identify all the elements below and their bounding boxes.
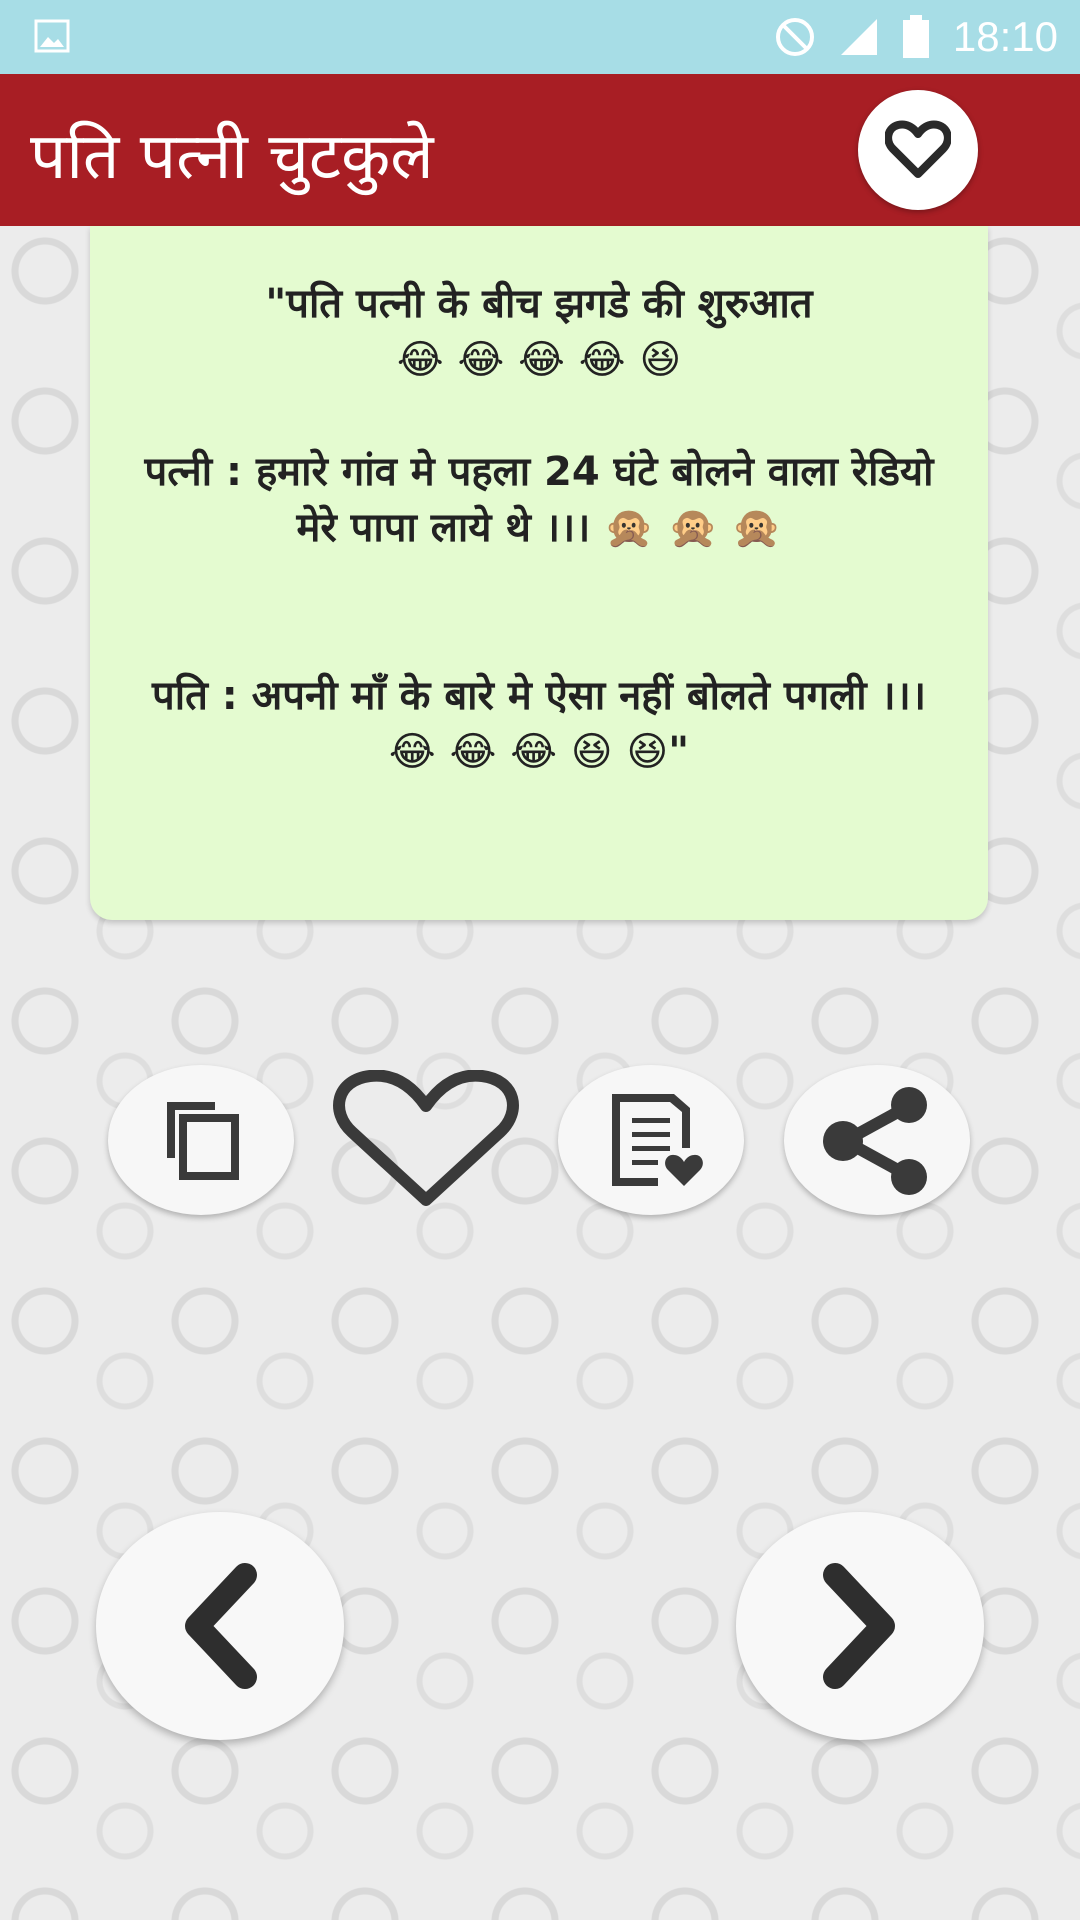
copy-button[interactable] xyxy=(108,1065,294,1215)
share-button[interactable] xyxy=(784,1065,970,1215)
copy-icon xyxy=(167,1102,239,1180)
action-bar xyxy=(0,1060,1080,1240)
image-icon xyxy=(34,19,70,53)
note-button[interactable] xyxy=(558,1065,744,1215)
battery-icon xyxy=(902,15,929,58)
do-not-disturb-icon xyxy=(775,18,814,56)
chevron-right-icon xyxy=(823,1563,895,1689)
joke-text: "पति पत्नी के बीच झगडे की शुरुआत 😂 😂 😂 😂… xyxy=(144,281,934,775)
favorites-button[interactable] xyxy=(858,90,978,210)
share-icon xyxy=(823,1087,927,1195)
next-button[interactable] xyxy=(736,1512,984,1740)
status-bar: 18:10 xyxy=(0,0,1080,74)
heart-outline-icon xyxy=(333,1070,519,1206)
heart-outline-icon xyxy=(885,120,951,178)
previous-button[interactable] xyxy=(96,1512,344,1740)
chevron-left-icon xyxy=(185,1563,257,1689)
favorite-button[interactable] xyxy=(326,1060,526,1220)
app-title: पति पत्नी चुटकुले xyxy=(30,120,434,194)
joke-card: "पति पत्नी के बीच झगडे की शुरुआत 😂 😂 😂 😂… xyxy=(90,226,988,920)
clock: 18:10 xyxy=(952,13,1058,60)
note-heart-icon xyxy=(612,1094,703,1186)
signal-icon xyxy=(840,19,877,55)
